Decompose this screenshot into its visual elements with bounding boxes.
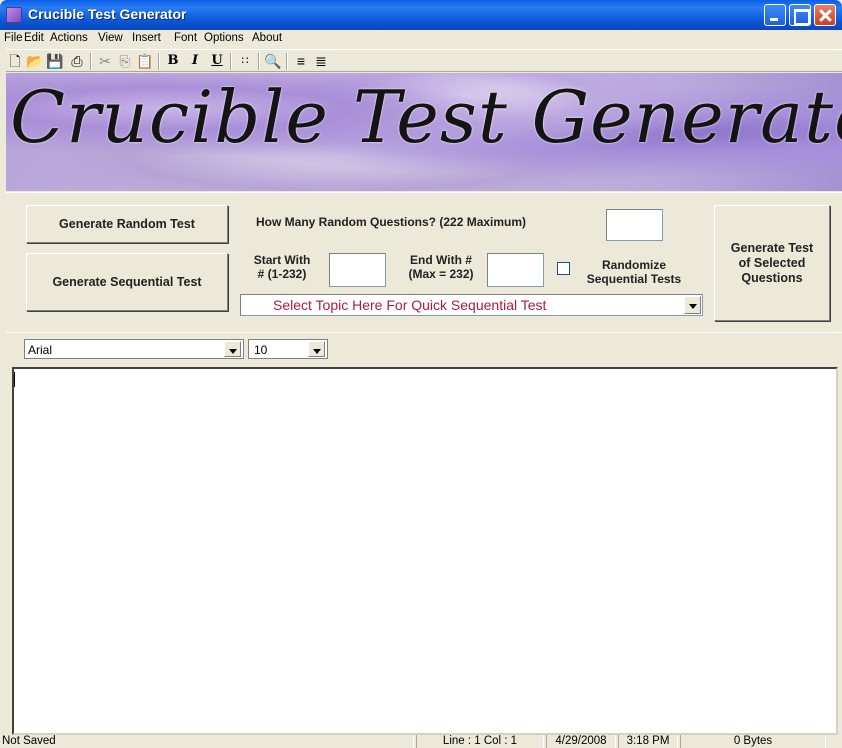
toolbar-separator xyxy=(158,53,160,70)
bold-icon[interactable]: B xyxy=(164,52,182,70)
align-left-icon[interactable]: ≡ xyxy=(292,52,310,70)
center-icon[interactable]: ≣ xyxy=(312,52,330,70)
generator-panel: Generate Random Test Generate Sequential… xyxy=(6,192,842,330)
cut-icon[interactable]: ✂ xyxy=(96,52,114,70)
new-icon[interactable]: 🗋 xyxy=(6,52,24,70)
italic-icon[interactable]: I xyxy=(186,52,204,70)
toolbar-separator xyxy=(90,53,92,70)
status-saved: Not Saved xyxy=(2,735,414,748)
maximize-button[interactable] xyxy=(789,4,811,26)
underline-icon[interactable]: U xyxy=(208,52,226,70)
menu-actions[interactable]: Actions xyxy=(50,32,88,44)
randomize-label: Randomize Sequential Tests xyxy=(586,258,682,286)
font-name-value: Arial xyxy=(28,343,53,357)
app-window: Crucible Test Generator File Edit Action… xyxy=(0,0,842,748)
document-editor[interactable] xyxy=(12,367,838,735)
menu-insert[interactable]: Insert xyxy=(132,32,161,44)
font-size-value: 10 xyxy=(254,343,268,357)
banner-image: Crucible Test Generator xyxy=(6,73,842,191)
start-with-label: Start With # (1-232) xyxy=(253,253,311,281)
start-with-input[interactable] xyxy=(329,253,386,287)
status-date: 4/29/2008 xyxy=(546,735,616,748)
topic-select-text: Select Topic Here For Quick Sequential T… xyxy=(273,297,547,313)
font-name-select[interactable]: Arial xyxy=(24,339,244,359)
status-size: 0 Bytes xyxy=(680,735,826,748)
generate-sequential-button[interactable]: Generate Sequential Test xyxy=(26,253,228,311)
chevron-down-icon[interactable] xyxy=(224,341,241,357)
app-icon xyxy=(6,7,22,23)
end-with-label: End With # (Max = 232) xyxy=(408,253,474,281)
window-title: Crucible Test Generator xyxy=(28,6,187,22)
menu-font[interactable]: Font xyxy=(174,32,197,44)
status-time: 3:18 PM xyxy=(618,735,678,748)
print-icon[interactable]: ⎙ xyxy=(68,52,86,70)
chevron-down-icon[interactable] xyxy=(684,296,701,314)
open-icon[interactable]: 📂 xyxy=(26,52,44,70)
chevron-down-icon[interactable] xyxy=(308,341,325,357)
how-many-label: How Many Random Questions? (222 Maximum) xyxy=(256,215,527,229)
menu-bar: File Edit Actions View Insert Font Optio… xyxy=(0,30,842,49)
menu-options[interactable]: Options xyxy=(204,32,244,44)
randomize-checkbox[interactable] xyxy=(557,262,570,275)
toolbar: 🗋 📂 💾 ⎙ ✂ ⎘ 📋 B I U ∷ 🔍 ≡ ≣ xyxy=(6,49,842,72)
toolbar-separator xyxy=(230,53,232,70)
how-many-input[interactable] xyxy=(606,209,663,241)
menu-file[interactable]: File xyxy=(4,32,23,44)
banner-title: Crucible Test Generator xyxy=(10,75,842,159)
end-with-input[interactable] xyxy=(487,253,544,287)
topic-select[interactable]: Select Topic Here For Quick Sequential T… xyxy=(240,294,703,316)
menu-edit[interactable]: Edit xyxy=(24,32,44,44)
generate-selected-button[interactable]: Generate Test of Selected Questions xyxy=(714,205,830,321)
close-button[interactable] xyxy=(814,4,836,26)
paste-icon[interactable]: 📋 xyxy=(136,52,154,70)
toolbar-separator xyxy=(286,53,288,70)
find-icon[interactable]: 🔍 xyxy=(264,52,282,70)
outline-icon[interactable]: ∷ xyxy=(236,52,254,70)
minimize-button[interactable] xyxy=(764,4,786,26)
toolbar-separator xyxy=(258,53,260,70)
generate-random-button[interactable]: Generate Random Test xyxy=(26,205,228,243)
status-bar: Not Saved Line : 1 Col : 1 4/29/2008 3:1… xyxy=(0,735,842,748)
menu-view[interactable]: View xyxy=(98,32,123,44)
copy-icon[interactable]: ⎘ xyxy=(116,52,134,70)
title-bar[interactable]: Crucible Test Generator xyxy=(0,0,842,30)
save-icon[interactable]: 💾 xyxy=(46,52,64,70)
status-position: Line : 1 Col : 1 xyxy=(416,735,544,748)
font-size-select[interactable]: 10 xyxy=(248,339,328,359)
text-caret xyxy=(14,372,15,387)
menu-about[interactable]: About xyxy=(252,32,282,44)
